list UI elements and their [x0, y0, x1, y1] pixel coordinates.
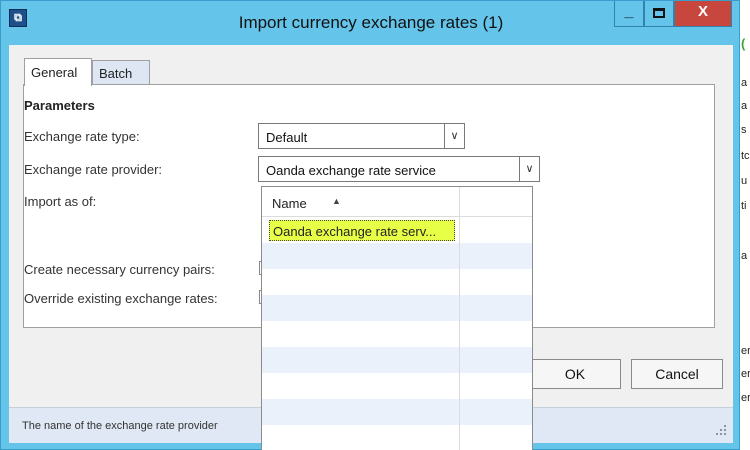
- exchange-rate-type-combo[interactable]: Default ∨: [258, 123, 465, 149]
- lookup-header[interactable]: Name ▲: [262, 187, 532, 217]
- lookup-column-name[interactable]: Name: [272, 196, 307, 211]
- background-text: tc: [741, 150, 750, 162]
- status-text: The name of the exchange rate provider: [22, 420, 218, 432]
- background-text: u: [741, 175, 748, 187]
- background-text: s: [741, 124, 747, 136]
- exchange-rate-provider-combo[interactable]: Oanda exchange rate service ∨: [258, 156, 540, 182]
- lookup-empty-row: [262, 425, 532, 450]
- import-as-of-label: Import as of:: [24, 194, 97, 209]
- override-exchange-rates-label: Override existing exchange rates:: [24, 291, 218, 306]
- tab-general[interactable]: General: [24, 58, 92, 86]
- parameters-heading: Parameters: [24, 98, 95, 113]
- background-text: er: [741, 392, 750, 404]
- resize-grip-icon[interactable]: [715, 425, 727, 437]
- title-bar[interactable]: ⧉ Import currency exchange rates (1) _ X: [1, 1, 739, 45]
- provider-lookup-dropdown[interactable]: Name ▲ Oanda exchange rate serv...: [261, 186, 533, 450]
- exchange-rate-provider-label: Exchange rate provider:: [24, 162, 163, 177]
- exchange-rate-type-value: Default: [266, 130, 308, 145]
- tab-batch[interactable]: Batch: [92, 60, 150, 86]
- lookup-empty-row: [262, 295, 532, 321]
- close-button[interactable]: X: [674, 1, 732, 27]
- exchange-rate-type-label: Exchange rate type:: [24, 129, 140, 144]
- lookup-row-name[interactable]: Oanda exchange rate serv...: [269, 220, 455, 241]
- cancel-button[interactable]: Cancel: [631, 359, 723, 389]
- lookup-empty-row: [262, 269, 532, 295]
- create-currency-pairs-label: Create necessary currency pairs:: [24, 262, 215, 277]
- background-text: a: [741, 250, 748, 262]
- maximize-icon: [653, 8, 665, 18]
- ok-button[interactable]: OK: [529, 359, 621, 389]
- lookup-empty-row: [262, 321, 532, 347]
- chevron-down-icon[interactable]: ∨: [519, 157, 539, 181]
- background-text: er: [741, 368, 750, 380]
- exchange-rate-provider-value: Oanda exchange rate service: [266, 163, 436, 178]
- lookup-empty-row: [262, 243, 532, 269]
- lookup-empty-row: [262, 347, 532, 373]
- dialog-window: ⧉ Import currency exchange rates (1) _ X…: [0, 0, 740, 450]
- sort-ascending-icon: ▲: [332, 196, 341, 206]
- background-text: er: [741, 345, 750, 357]
- lookup-empty-row: [262, 373, 532, 399]
- minimize-button[interactable]: _: [614, 1, 644, 27]
- background-accent: (: [741, 36, 746, 51]
- dialog-body: Batch General Parameters Exchange rate t…: [9, 45, 733, 450]
- background-text: a: [741, 77, 748, 89]
- chevron-down-icon[interactable]: ∨: [444, 124, 464, 148]
- lookup-empty-row: [262, 399, 532, 425]
- background-text: a: [741, 100, 748, 112]
- lookup-row[interactable]: Oanda exchange rate serv...: [262, 217, 532, 243]
- background-text: ti: [741, 200, 747, 212]
- maximize-button[interactable]: [644, 1, 674, 27]
